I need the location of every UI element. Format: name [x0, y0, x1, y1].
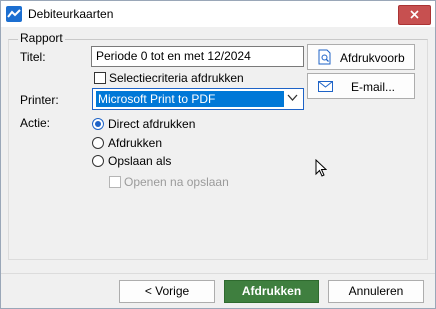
print-button[interactable]: Afdrukken	[224, 280, 319, 303]
radio-direct-print-label: Direct afdrukken	[108, 117, 196, 131]
cancel-button[interactable]: Annuleren	[328, 280, 424, 303]
radio-direct-print[interactable]	[92, 118, 104, 130]
selection-criteria-checkbox[interactable]	[94, 72, 106, 84]
radio-print[interactable]	[92, 137, 104, 149]
printer-select[interactable]: Microsoft Print to PDF	[92, 88, 304, 110]
dialog-window: Debiteurkaarten Rapport Titel: Periode 0…	[0, 0, 436, 309]
close-button[interactable]	[398, 5, 431, 25]
chevron-down-icon	[287, 94, 298, 101]
print-preview-button[interactable]: Afdrukvoorb	[307, 44, 415, 70]
email-button[interactable]: E-mail...	[307, 73, 415, 99]
group-label: Rapport	[18, 31, 65, 45]
title-bar[interactable]: Debiteurkaarten	[1, 1, 435, 27]
printer-select-value: Microsoft Print to PDF	[96, 91, 284, 107]
print-preview-label: Afdrukvoorb	[340, 51, 405, 65]
email-label: E-mail...	[351, 80, 396, 94]
print-button-label: Afdrukken	[241, 284, 302, 298]
printer-label: Printer:	[20, 93, 59, 107]
document-search-icon	[318, 49, 331, 65]
radio-save-as-label: Opslaan als	[108, 154, 172, 168]
radio-print-label: Afdrukken	[108, 136, 163, 150]
title-label: Titel:	[20, 50, 46, 64]
window-title: Debiteurkaarten	[28, 7, 114, 21]
radio-save-as[interactable]	[92, 155, 104, 167]
envelope-icon	[318, 81, 333, 92]
title-input[interactable]: Periode 0 tot en met 12/2024	[91, 46, 304, 67]
cancel-button-label: Annuleren	[348, 284, 404, 298]
open-after-save-label: Openen na opslaan	[124, 175, 229, 189]
app-logo-icon	[6, 6, 22, 22]
previous-button-label: < Vorige	[144, 284, 190, 298]
close-icon	[410, 10, 419, 19]
selection-criteria-label: Selectiecriteria afdrukken	[109, 71, 244, 85]
title-input-value: Periode 0 tot en met 12/2024	[96, 49, 251, 63]
action-label: Actie:	[20, 116, 51, 130]
previous-button[interactable]: < Vorige	[119, 280, 215, 303]
open-after-save-checkbox[interactable]	[109, 176, 121, 188]
mouse-cursor-icon	[315, 159, 327, 177]
